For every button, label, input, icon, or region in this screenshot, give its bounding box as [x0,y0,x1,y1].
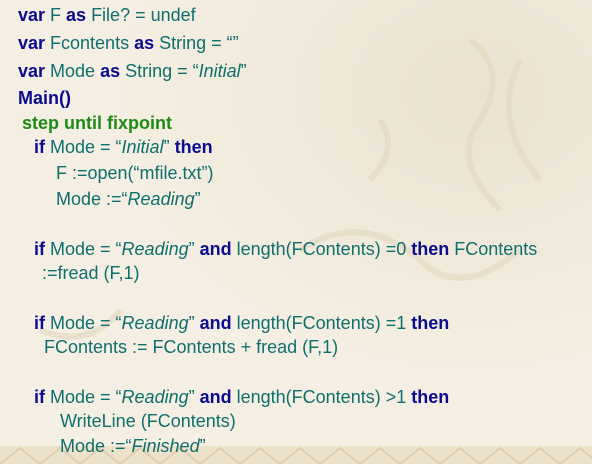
code-text: String = “” [154,33,239,53]
code-line-8: Mode :=“Reading” [56,188,201,210]
code-text: Mode = “ [45,137,122,157]
code-line-7: F :=open(“mfile.txt”) [56,163,214,183]
code-line-13: if Mode = “Reading” and length(FContents… [34,386,449,408]
keyword: if [34,239,45,259]
code-italic: Reading [121,313,189,333]
code-line-1: var F as File? = undef [18,4,196,26]
code-line-14: WriteLine (FContents) [60,411,236,431]
code-text: Mode = “ [45,387,122,407]
code-text: ” [240,61,247,81]
keyword: var [18,61,46,81]
keyword: var [18,33,46,53]
keyword: then [411,313,450,333]
code-slide: var F as File? = undef var Fcontents as … [0,0,592,464]
code-text: Mode = “ [45,239,122,259]
keyword: then [174,137,213,157]
code-text: ” [188,313,200,333]
code-text: Mode :=“ [56,189,128,209]
code-text: ” [194,189,201,209]
code-text: length(FContents) >1 [231,387,412,407]
code-text: ” [199,436,206,456]
code-italic: Reading [121,239,189,259]
keyword: as [100,61,121,81]
code-text: Mode = “ [45,313,122,333]
code-line-3: var Mode as String = “Initial” [18,60,247,82]
code-italic: Reading [121,387,189,407]
code-text: ” [188,239,200,259]
code-text: length(FContents) =1 [231,313,412,333]
keyword: and [199,313,232,333]
code-line-9: if Mode = “Reading” and length(FContents… [34,238,537,260]
keyword: as [134,33,155,53]
main-label: Main() [18,88,71,108]
code-italic: Initial [198,61,241,81]
keyword: if [34,387,45,407]
step-label: step until fixpoint [22,113,172,133]
keyword: if [34,137,45,157]
code-text: ” [188,387,200,407]
code-italic: Initial [121,137,164,157]
keyword: then [411,239,450,259]
code-text: ” [163,137,175,157]
code-text: String = “ [120,61,199,81]
keyword: if [34,313,45,333]
code-line-10: :=fread (F,1) [42,263,140,283]
code-text: length(FContents) =0 [231,239,412,259]
code-line-11: if Mode = “Reading” and length(FContents… [34,312,449,334]
keyword: as [66,5,87,25]
code-text: File? = undef [86,5,196,25]
code-line-2: var Fcontents as String = “” [18,32,239,54]
keyword: and [199,387,232,407]
code-italic: Finished [131,436,200,456]
code-line-6: if Mode = “Initial” then [34,136,213,158]
keyword: then [411,387,450,407]
code-text: FContents [449,239,538,259]
code-text: Mode :=“ [60,436,132,456]
code-text: F [45,5,67,25]
code-text: Fcontents [45,33,135,53]
code-italic: Reading [127,189,195,209]
code-line-15: Mode :=“Finished” [60,435,206,457]
code-line-12: FContents := FContents + fread (F,1) [44,337,339,357]
keyword: and [199,239,232,259]
keyword: var [18,5,46,25]
code-text: Mode [45,61,101,81]
